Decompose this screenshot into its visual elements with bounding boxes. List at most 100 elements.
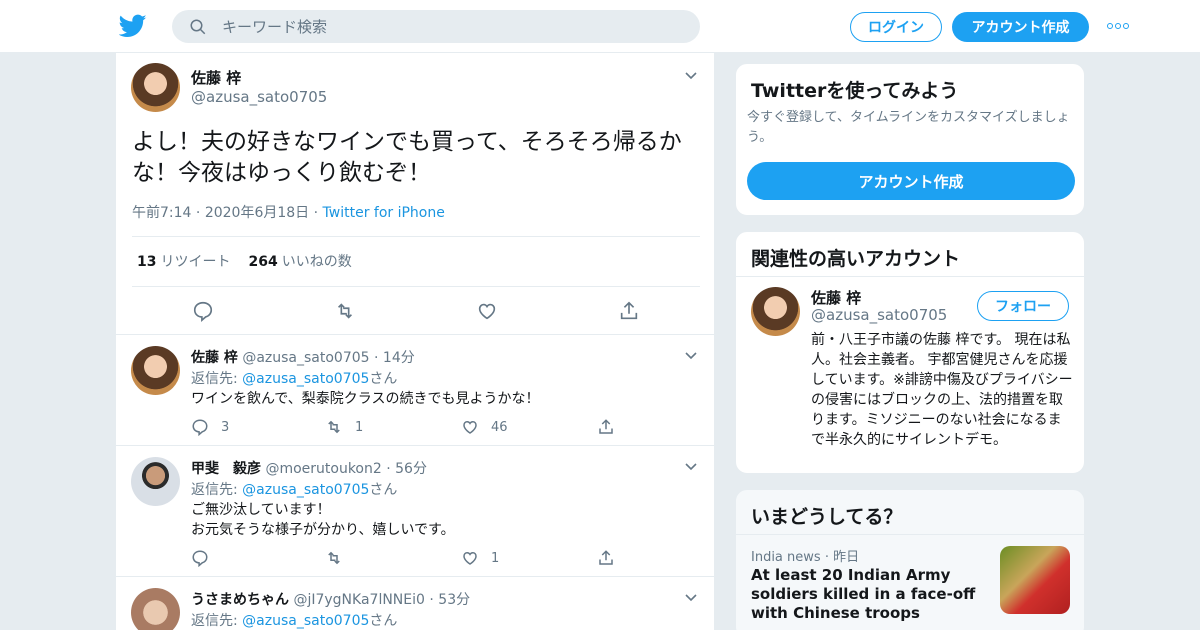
news-when: 昨日 — [833, 550, 860, 565]
account-bio: 前・八王子市議の佐藤 梓です。 現在は私人。社会主義者。 宇都宮健児さんを応援し… — [811, 332, 1073, 448]
meta-separator: · — [429, 592, 434, 608]
reply-header: 佐藤 梓 @azusa_sato0705 · 14分 — [191, 347, 415, 367]
reply-time[interactable]: 14分 — [383, 350, 415, 366]
chevron-down-icon[interactable] — [684, 591, 698, 605]
retweet-icon[interactable] — [325, 549, 343, 567]
retweet-icon[interactable] — [334, 300, 356, 322]
chevron-down-icon[interactable] — [684, 460, 698, 474]
tweet-meta: 午前7:14 · 2020年6月18日 · Twitter for iPhone — [132, 202, 445, 222]
reply-tweet[interactable]: 佐藤 梓 @azusa_sato0705 · 14分 返信先: @azusa_s… — [116, 335, 714, 446]
reply-context: 返信先: @azusa_sato0705さん — [191, 479, 397, 499]
signup-card: Twitterを使ってみよう 今すぐ登録して、タイムラインをカスタマイズしましょ… — [735, 63, 1085, 216]
account-handle[interactable]: @azusa_sato0705 — [811, 306, 947, 324]
author-handle[interactable]: @jI7ygNKa7lNNEi0 — [293, 592, 424, 608]
top-navigation-bar: ログイン アカウント作成 — [0, 0, 1200, 53]
meta-separator: · — [313, 205, 323, 221]
trends-card: いまどうしてる？ India news · 昨日 At least 20 Ind… — [735, 489, 1085, 630]
reply-icon[interactable] — [191, 549, 209, 567]
reply-text-line: お元気そうな様子が分かり、嬉しいです。 — [191, 522, 455, 538]
tweet-time[interactable]: 午前7:14 — [132, 205, 191, 221]
reply-to-suffix: さん — [369, 613, 398, 629]
divider — [132, 236, 700, 237]
reply-icon[interactable] — [192, 300, 214, 322]
search-box[interactable] — [172, 10, 700, 43]
reply-to-handle[interactable]: @azusa_sato0705 — [242, 482, 369, 498]
avatar[interactable] — [131, 63, 180, 112]
reply-to-suffix: さん — [369, 482, 398, 498]
twitter-bird-icon[interactable] — [119, 12, 147, 40]
signup-cta-button[interactable]: アカウント作成 — [747, 162, 1075, 200]
heart-icon[interactable] — [461, 549, 479, 567]
news-thumbnail[interactable] — [1000, 546, 1070, 614]
reply-tweet[interactable]: うさまめちゃん @jI7ygNKa7lNNEi0 · 53分 返信先: @azu… — [116, 577, 714, 630]
heart-icon[interactable] — [461, 418, 479, 436]
author-handle[interactable]: @azusa_sato0705 — [242, 350, 369, 366]
retweet-count: 1 — [355, 419, 364, 435]
reply-to-label: 返信先: — [191, 613, 238, 629]
share-icon[interactable] — [618, 300, 640, 322]
related-accounts-card: 関連性の高いアカウント 佐藤 梓 @azusa_sato0705 フォロー 前・… — [735, 231, 1085, 474]
author-name[interactable]: 佐藤 梓 — [191, 67, 241, 88]
tweet-source[interactable]: Twitter for iPhone — [323, 205, 445, 221]
author-name[interactable]: 佐藤 梓 — [191, 350, 238, 366]
avatar[interactable] — [751, 287, 800, 336]
reply-to-label: 返信先: — [191, 482, 238, 498]
author-name[interactable]: うさまめちゃん — [191, 592, 289, 608]
tweet-actions — [116, 298, 714, 326]
tweet-text: よし！夫の好きなワインでも買って、そろそろ帰るかな！今夜はゆっくり飲むぞ！ — [132, 129, 682, 186]
account-name[interactable]: 佐藤 梓 — [811, 287, 861, 308]
chevron-down-icon[interactable] — [684, 69, 698, 83]
search-icon — [190, 19, 206, 35]
reply-to-handle[interactable]: @azusa_sato0705 — [242, 613, 369, 629]
author-handle[interactable]: @azusa_sato0705 — [191, 88, 327, 106]
reply-tweet[interactable]: 甲斐 毅彦 @moerutoukon2 · 56分 返信先: @azusa_sa… — [116, 446, 714, 577]
reply-context: 返信先: @azusa_sato0705さん — [191, 610, 397, 630]
reply-time[interactable]: 56分 — [395, 461, 427, 477]
main-timeline-column: 佐藤 梓 @azusa_sato0705 よし！夫の好きなワインでも買って、そろ… — [115, 53, 715, 630]
meta-separator: · — [386, 461, 391, 477]
tweet-date[interactable]: 2020年6月18日 — [205, 205, 309, 221]
divider — [132, 286, 700, 287]
reply-text: ワインを飲んで、梨泰院クラスの続きでも見ようかな！ — [191, 389, 539, 409]
meta-separator: · — [374, 350, 379, 366]
reply-icon[interactable] — [191, 418, 209, 436]
reply-to-handle[interactable]: @azusa_sato0705 — [242, 371, 369, 387]
reply-text: ご無沙汰しています！ お元気そうな様子が分かり、嬉しいです。 — [191, 500, 455, 540]
login-button[interactable]: ログイン — [850, 12, 942, 42]
card-title: いまどうしてる？ — [751, 506, 903, 528]
reply-context: 返信先: @azusa_sato0705さん — [191, 368, 397, 388]
retweet-label[interactable]: リツイート — [160, 254, 230, 270]
reply-header: 甲斐 毅彦 @moerutoukon2 · 56分 — [191, 458, 427, 478]
heart-icon[interactable] — [476, 300, 498, 322]
follow-button[interactable]: フォロー — [977, 291, 1069, 321]
signup-button[interactable]: アカウント作成 — [952, 12, 1089, 42]
more-dots-icon[interactable] — [1107, 18, 1131, 34]
like-count: 46 — [491, 419, 508, 435]
reply-text-line: ご無沙汰しています！ — [191, 502, 331, 518]
news-headline[interactable]: At least 20 Indian Army soldiers killed … — [751, 566, 981, 623]
retweet-count[interactable]: 13 — [137, 254, 156, 270]
reply-time[interactable]: 53分 — [438, 592, 470, 608]
share-icon[interactable] — [597, 549, 615, 567]
author-handle[interactable]: @moerutoukon2 — [265, 461, 381, 477]
share-icon[interactable] — [597, 418, 615, 436]
avatar[interactable] — [131, 457, 180, 506]
avatar[interactable] — [131, 346, 180, 395]
reply-text-line: ワインを飲んで、梨泰院クラスの続きでも見ようかな！ — [191, 391, 540, 407]
news-source: India news · 昨日 — [751, 550, 860, 565]
reply-header: うさまめちゃん @jI7ygNKa7lNNEi0 · 53分 — [191, 589, 470, 609]
tweet-stats: 13 リツイート 264 いいねの数 — [137, 251, 352, 271]
avatar[interactable] — [131, 588, 180, 630]
like-count[interactable]: 264 — [248, 254, 277, 270]
meta-separator: · — [195, 205, 205, 221]
chevron-down-icon[interactable] — [684, 349, 698, 363]
news-source-name: India news — [751, 550, 821, 565]
retweet-icon[interactable] — [325, 418, 343, 436]
author-name[interactable]: 甲斐 毅彦 — [191, 461, 261, 477]
like-label[interactable]: いいねの数 — [282, 254, 352, 270]
search-input[interactable] — [222, 10, 682, 43]
like-count: 1 — [491, 550, 500, 566]
reply-to-suffix: さん — [369, 371, 398, 387]
card-title: Twitterを使ってみよう — [751, 80, 959, 102]
divider — [736, 276, 1084, 277]
